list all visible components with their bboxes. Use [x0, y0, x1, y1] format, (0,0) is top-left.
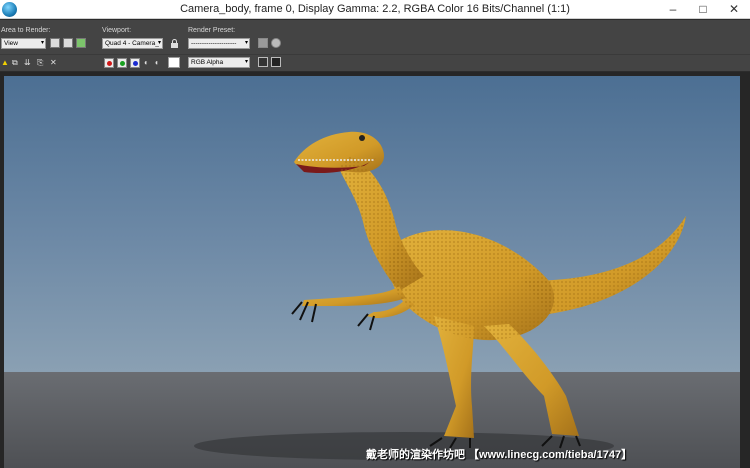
print-image-icon[interactable]: ⇊ — [24, 58, 31, 68]
title-bar: Camera_body, frame 0, Display Gamma: 2.2… — [0, 0, 750, 19]
render-setup-icon[interactable] — [258, 38, 268, 48]
chevron-down-icon: ▾ — [40, 40, 44, 46]
chevron-down-icon: ▾ — [244, 40, 248, 46]
channel-display-value: RGB Alpha — [191, 59, 224, 66]
auto-region-icon[interactable] — [63, 38, 73, 48]
area-to-render-label: Area to Render: — [1, 27, 51, 34]
viewport-dropdown[interactable]: Quad 4 - Camera_ ▾ — [102, 38, 163, 49]
close-button[interactable]: ✕ — [718, 0, 750, 19]
copy-image-icon[interactable]: ⎘ — [37, 58, 43, 68]
maximize-button[interactable]: □ — [688, 0, 718, 19]
green-channel-icon — [120, 61, 125, 66]
clone-frame-icon[interactable]: ⧉ — [12, 58, 18, 68]
toolbar-divider — [0, 54, 750, 55]
monochrome-icon[interactable]: ◖ — [154, 58, 159, 68]
green-channel-button[interactable] — [117, 58, 127, 68]
minimize-button[interactable]: – — [658, 0, 688, 19]
window-title: Camera_body, frame 0, Display Gamma: 2.2… — [180, 3, 570, 15]
frame-buffer — [0, 72, 750, 468]
channel-display-dropdown[interactable]: RGB Alpha ▾ — [188, 57, 250, 68]
viewport-label: Viewport: — [102, 27, 132, 34]
region-select-icon[interactable] — [76, 38, 86, 48]
red-channel-icon — [107, 61, 112, 66]
chevron-down-icon: ▾ — [157, 40, 161, 46]
area-to-render-value: View — [4, 40, 18, 47]
environment-icon[interactable] — [271, 38, 281, 48]
red-channel-button[interactable] — [104, 58, 114, 68]
rendered-image — [4, 76, 740, 468]
chevron-down-icon: ▾ — [244, 59, 248, 65]
render-preset-label: Render Preset: — [188, 27, 236, 34]
color-swatch[interactable] — [168, 57, 180, 68]
render-preset-value: --------------------- — [191, 40, 237, 47]
viewport-value: Quad 4 - Camera_ — [105, 40, 159, 47]
blue-channel-button[interactable] — [130, 58, 140, 68]
render-preset-dropdown[interactable]: --------------------- ▾ — [188, 38, 250, 49]
edit-region-icon[interactable] — [50, 38, 60, 48]
save-image-icon[interactable]: ▲ — [1, 58, 9, 68]
alpha-channel-icon[interactable]: ◐ — [144, 58, 149, 68]
area-to-render-dropdown[interactable]: View ▾ — [1, 38, 46, 49]
clear-icon[interactable]: ✕ — [50, 58, 57, 68]
toggle-ui-icon[interactable] — [271, 57, 281, 67]
toggle-ui-overlay-icon[interactable] — [258, 57, 268, 67]
lock-icon[interactable] — [171, 39, 178, 48]
blue-channel-icon — [133, 61, 138, 66]
watermark-text: 戴老师的渲染作坊吧 【www.linecg.com/tieba/1747】 — [366, 449, 633, 461]
render-toolbar: Area to Render: Viewport: Render Preset:… — [0, 20, 750, 72]
